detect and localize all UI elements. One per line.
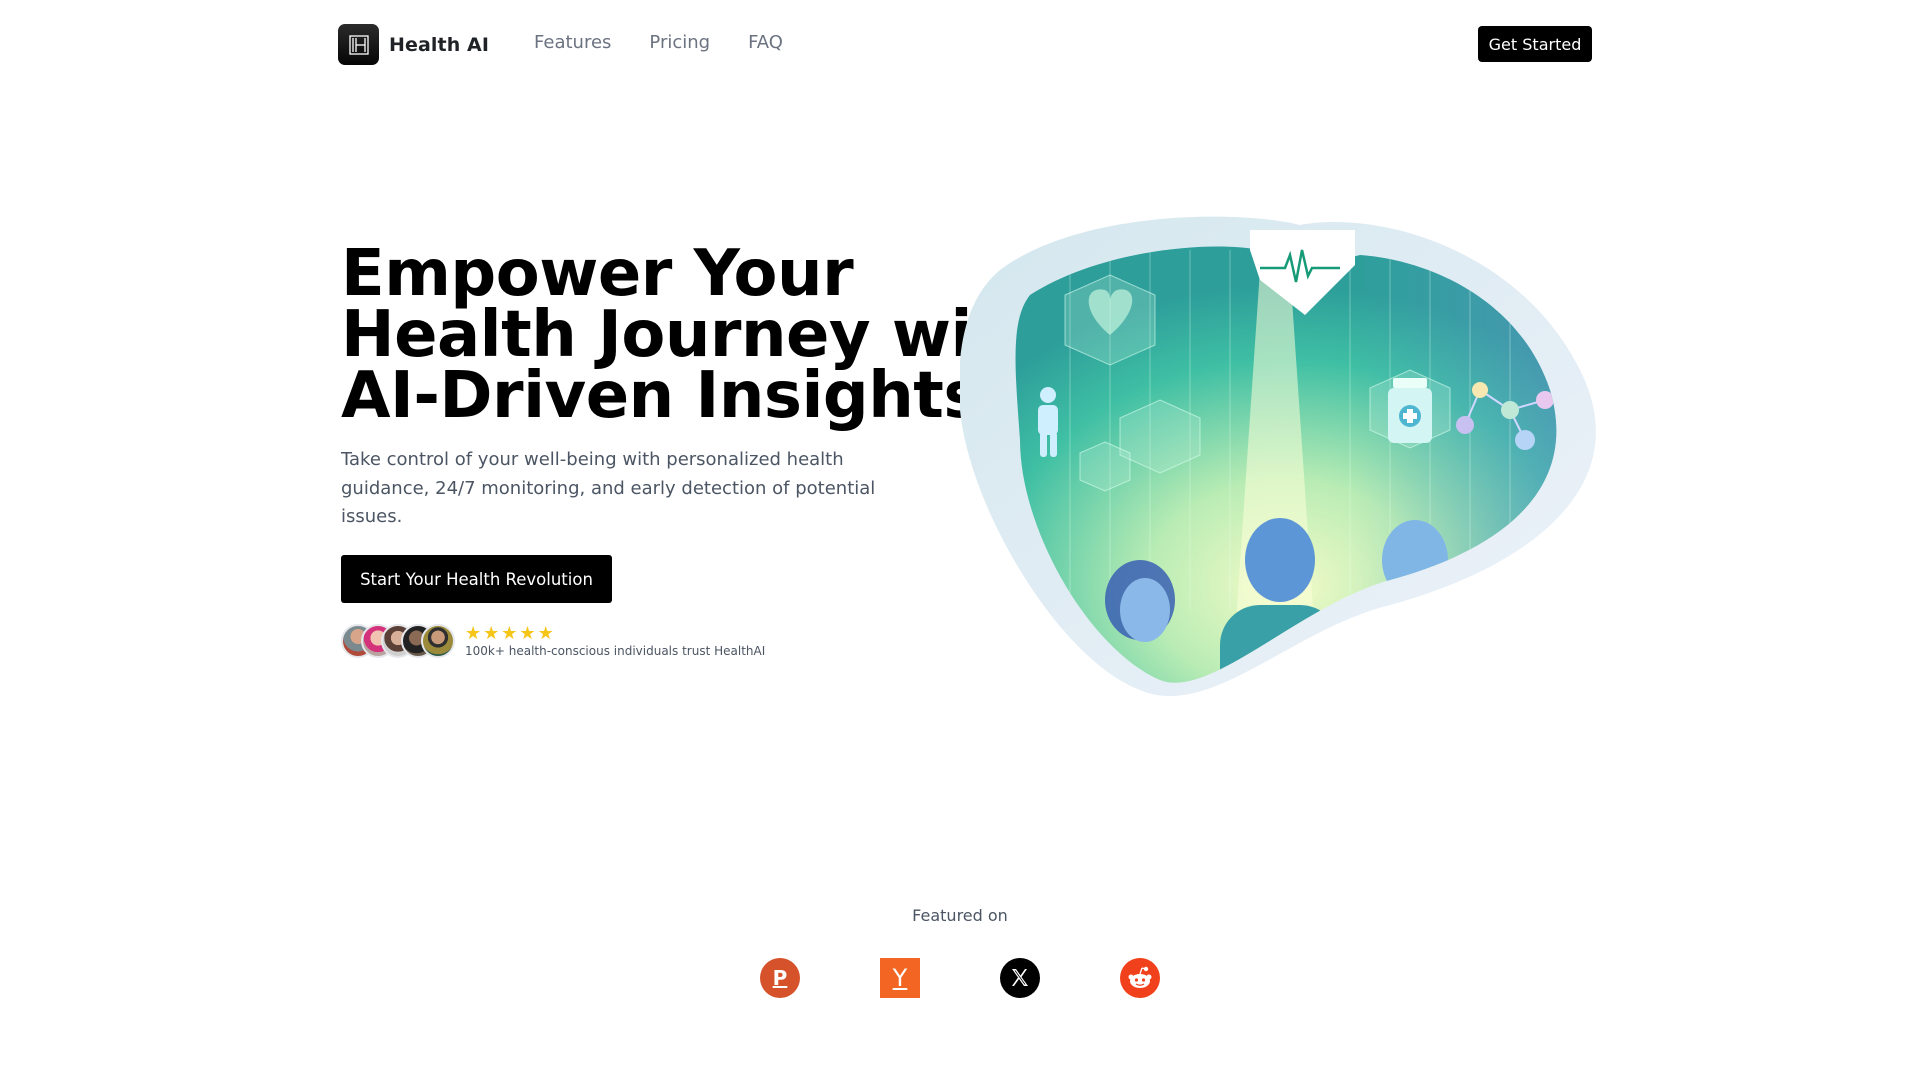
hero-title-line: Health Journey with bbox=[341, 298, 1048, 372]
reddit-icon[interactable] bbox=[1120, 958, 1160, 998]
hero-title: Empower Your Health Journey with AI-Driv… bbox=[341, 237, 1048, 433]
featured-on-label: Featured on bbox=[912, 906, 1008, 925]
hero-title-line: Empower Your bbox=[341, 237, 854, 311]
x-twitter-icon[interactable] bbox=[1000, 958, 1040, 998]
nav-link-faq[interactable]: FAQ bbox=[748, 32, 783, 53]
social-proof: ★ ★ ★ ★ ★ 100k+ health-conscious individ… bbox=[341, 624, 765, 658]
hero-title-line: AI-Driven Insights bbox=[341, 359, 981, 433]
star-icon: ★ bbox=[537, 622, 554, 644]
trust-caption: 100k+ health-conscious individuals trust… bbox=[465, 643, 766, 658]
star-icon: ★ bbox=[519, 622, 536, 644]
brand-name: Health AI bbox=[389, 33, 490, 56]
product-hunt-icon[interactable]: P bbox=[760, 958, 800, 998]
star-icon: ★ bbox=[483, 622, 500, 644]
user-avatars bbox=[341, 624, 455, 658]
nav-link-features[interactable]: Features bbox=[534, 32, 611, 53]
featured-logos: P Y bbox=[0, 958, 1920, 998]
avatar bbox=[421, 624, 455, 658]
star-icon: ★ bbox=[465, 622, 482, 644]
star-rating: ★ ★ ★ ★ ★ bbox=[465, 622, 765, 644]
site-header: Health AI Features Pricing FAQ Get Start… bbox=[0, 0, 1920, 88]
y-combinator-icon[interactable]: Y bbox=[880, 958, 920, 998]
start-health-revolution-button[interactable]: Start Your Health Revolution bbox=[341, 555, 612, 603]
logo-icon bbox=[338, 24, 379, 65]
get-started-button[interactable]: Get Started bbox=[1478, 26, 1592, 62]
main-nav: Features Pricing FAQ bbox=[534, 32, 783, 53]
nav-link-pricing[interactable]: Pricing bbox=[649, 32, 710, 53]
hero-illustration bbox=[959, 210, 1610, 710]
hero-subtitle: Take control of your well-being with per… bbox=[341, 449, 876, 527]
brand-logo-link[interactable]: Health AI bbox=[338, 24, 489, 65]
star-icon: ★ bbox=[501, 622, 518, 644]
rating-block: ★ ★ ★ ★ ★ 100k+ health-conscious individ… bbox=[465, 622, 766, 658]
